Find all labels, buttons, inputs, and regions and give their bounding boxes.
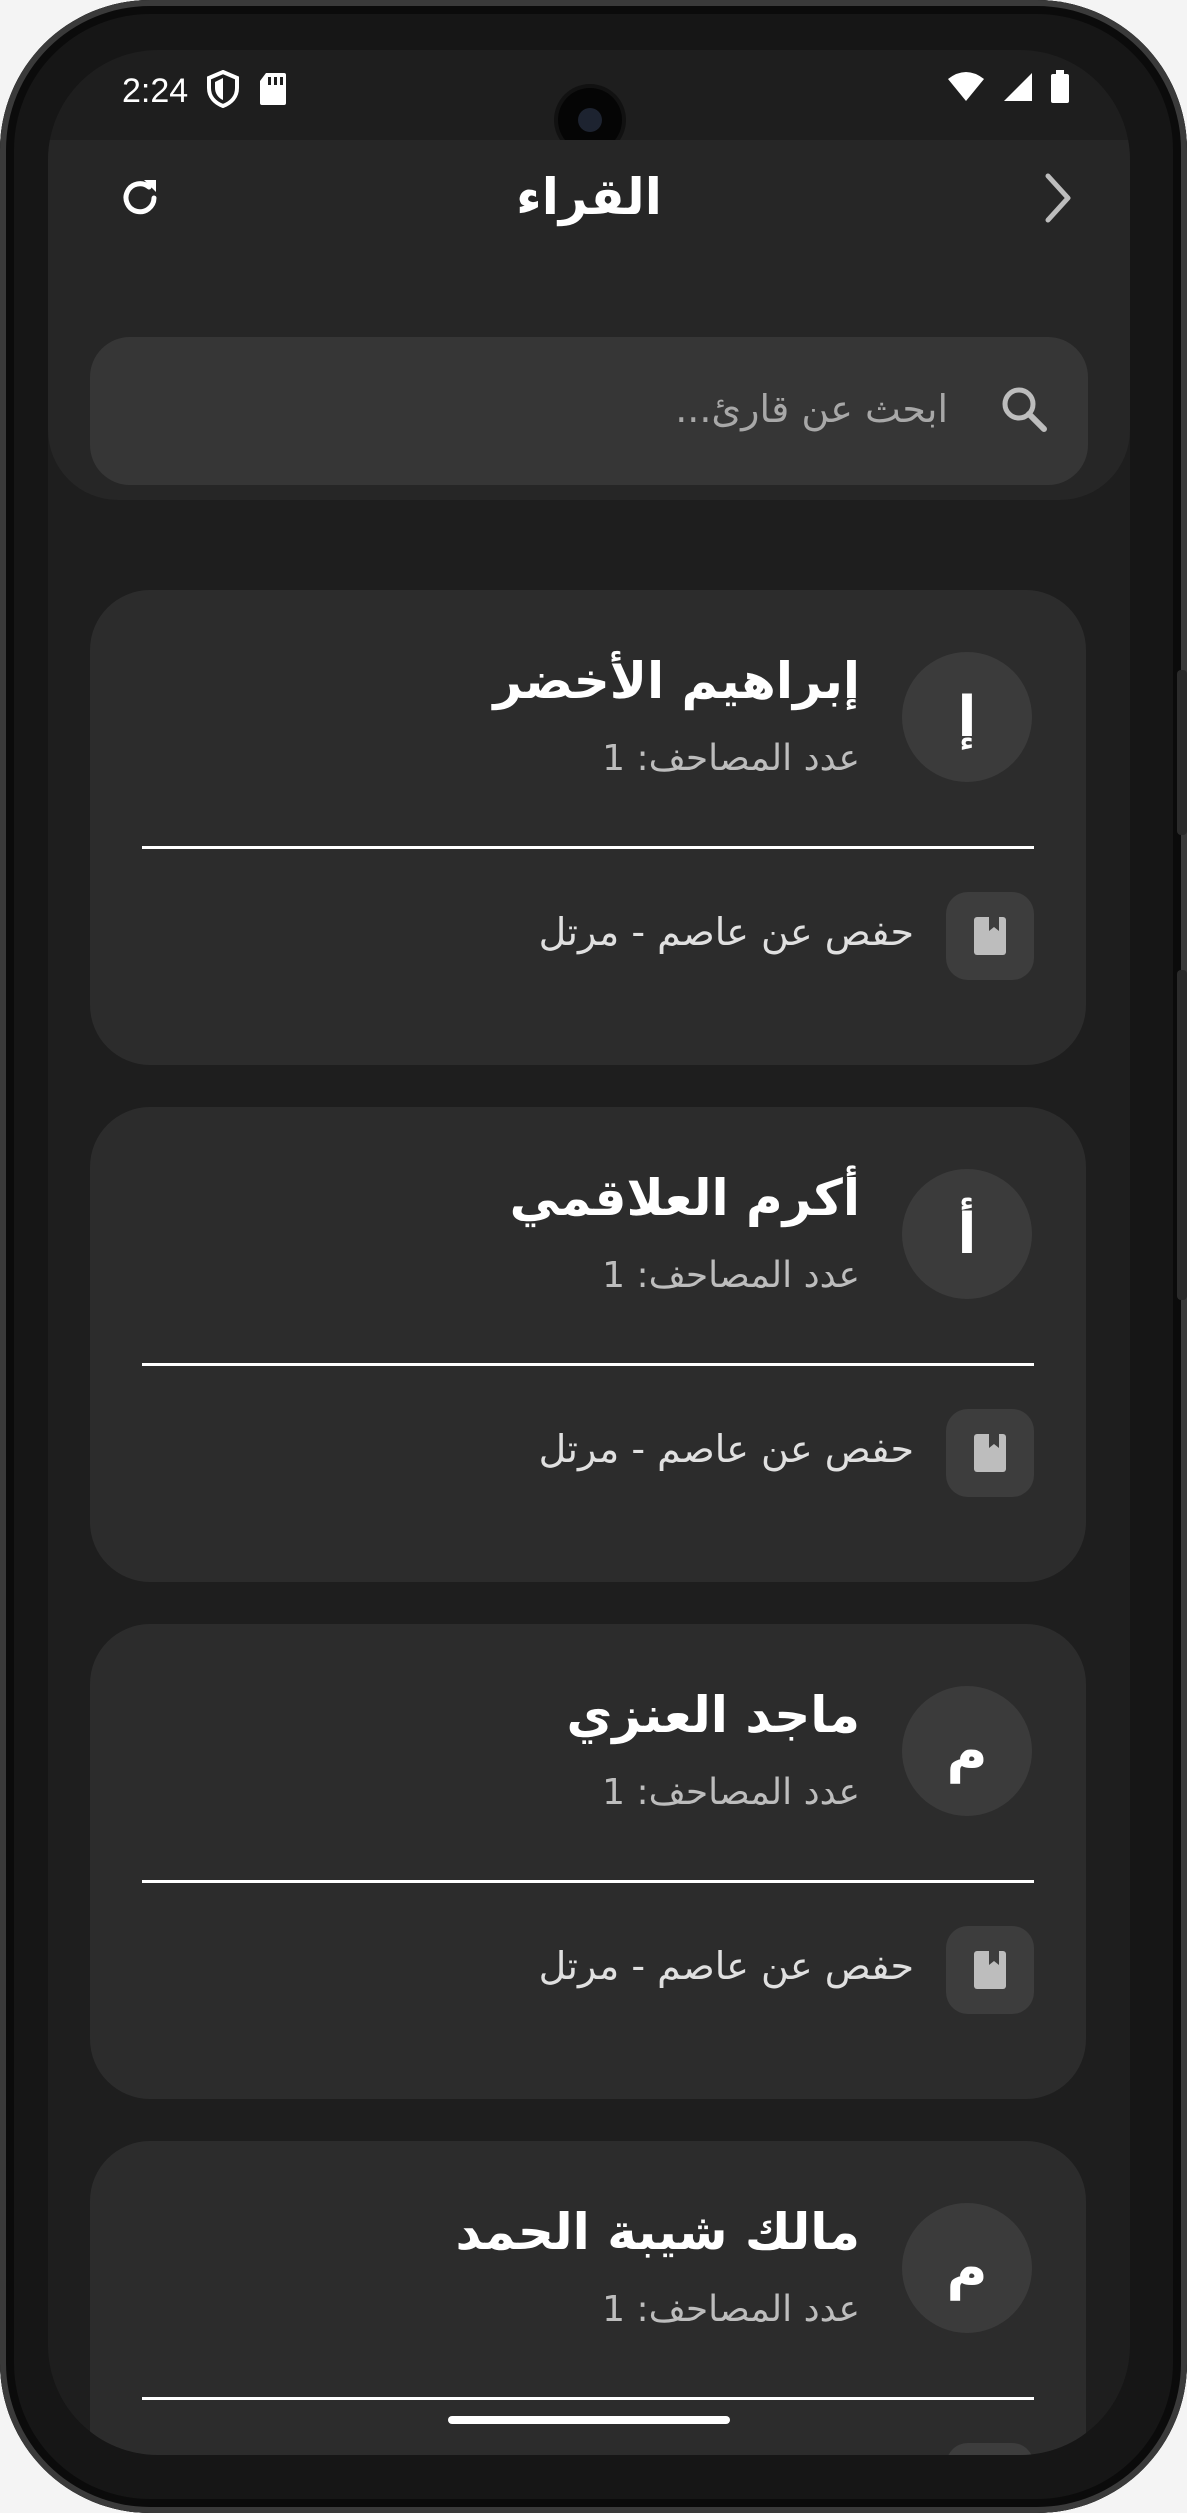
- chevron-right-icon[interactable]: [1028, 168, 1088, 228]
- mushaf-count: عدد المصاحف: 1: [602, 2289, 860, 2330]
- status-time: 2:24: [122, 72, 189, 110]
- phone-frame: 2:24 القراء ابحث عن قارئ... إ إبراهيم ال…: [0, 0, 1187, 2513]
- reader-card[interactable]: م مالك شيبة الحمد عدد المصاحف: 1: [90, 2141, 1086, 2455]
- shield-icon: [206, 69, 240, 112]
- screen: 2:24 القراء ابحث عن قارئ... إ إبراهيم ال…: [48, 50, 1130, 2455]
- mushaf-count: عدد المصاحف: 1: [602, 738, 860, 779]
- reader-name: أكرم العلاقمي: [509, 1169, 860, 1227]
- avatar: إ: [902, 652, 1032, 782]
- home-indicator[interactable]: [448, 2416, 730, 2424]
- wifi-icon: [946, 71, 986, 107]
- search-placeholder: ابحث عن قارئ...: [675, 387, 948, 431]
- book-icon: [946, 1926, 1034, 2014]
- avatar: م: [902, 1686, 1032, 1816]
- avatar: م: [902, 2203, 1032, 2333]
- volume-button: [1177, 970, 1187, 1300]
- reader-card[interactable]: أ أكرم العلاقمي عدد المصاحف: 1 حفص عن عا…: [90, 1107, 1086, 1582]
- search-section: ابحث عن قارئ...: [48, 275, 1130, 500]
- mushaf-label: حفص عن عاصم - مرتل: [538, 1944, 914, 1988]
- reader-name: إبراهيم الأخضر: [493, 652, 860, 710]
- mushaf-item[interactable]: حفص عن عاصم - مرتل: [142, 1926, 1034, 2016]
- battery-icon: [1050, 70, 1070, 108]
- card-divider: [142, 1880, 1034, 1883]
- reader-card[interactable]: إ إبراهيم الأخضر عدد المصاحف: 1 حفص عن ع…: [90, 590, 1086, 1065]
- mushaf-count: عدد المصاحف: 1: [602, 1772, 860, 1813]
- reader-card[interactable]: م ماجد العنزي عدد المصاحف: 1 حفص عن عاصم…: [90, 1624, 1086, 2099]
- reader-name: مالك شيبة الحمد: [455, 2203, 860, 2261]
- mushaf-item[interactable]: حفص عن عاصم - مرتل: [142, 1409, 1034, 1499]
- book-icon: [946, 1409, 1034, 1497]
- card-divider: [142, 2397, 1034, 2400]
- avatar: أ: [902, 1169, 1032, 1299]
- sd-card-icon: [258, 71, 288, 111]
- card-divider: [142, 1363, 1034, 1366]
- mushaf-count: عدد المصاحف: 1: [602, 1255, 860, 1296]
- signal-icon: [1002, 71, 1034, 107]
- app-bar: القراء: [48, 140, 1130, 275]
- reader-name: ماجد العنزي: [566, 1686, 860, 1744]
- page-title: القراء: [516, 168, 662, 226]
- mushaf-item[interactable]: [142, 2443, 1034, 2455]
- mushaf-item[interactable]: حفص عن عاصم - مرتل: [142, 892, 1034, 982]
- search-input[interactable]: ابحث عن قارئ...: [90, 337, 1088, 485]
- book-icon: [946, 892, 1034, 980]
- power-button: [1177, 670, 1187, 835]
- mushaf-label: حفص عن عاصم - مرتل: [538, 1427, 914, 1471]
- search-icon: [998, 383, 1050, 439]
- book-icon: [946, 2443, 1034, 2455]
- card-divider: [142, 846, 1034, 849]
- mushaf-label: حفص عن عاصم - مرتل: [538, 910, 914, 954]
